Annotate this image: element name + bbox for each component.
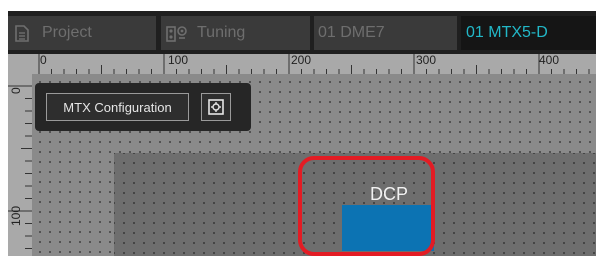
vertical-ruler: 0 100 xyxy=(8,74,32,256)
tuning-icon xyxy=(166,26,187,42)
horizontal-ruler: 0 100 200 300 400 xyxy=(32,54,596,74)
tab-tuning[interactable]: Tuning xyxy=(161,16,310,50)
tab-01-dme7[interactable]: 01 DME7 xyxy=(314,16,457,50)
tab-01-mtx5-d[interactable]: 01 MTX5-D xyxy=(461,16,596,50)
tab-project[interactable]: Project xyxy=(8,16,156,50)
ruler-label-400: 400 xyxy=(539,54,560,67)
ruler-label-300: 300 xyxy=(416,54,437,67)
tab-01-dme7-label: 01 DME7 xyxy=(318,24,385,41)
ruler-label-0: 0 xyxy=(40,54,47,67)
highlight-frame xyxy=(298,156,435,256)
tab-project-label: Project xyxy=(42,24,92,41)
design-canvas[interactable]: MTX Configuration DCP xyxy=(32,74,596,256)
tab-tuning-label: Tuning xyxy=(197,24,246,41)
device-settings-icon xyxy=(208,99,224,115)
canvas-toolbar: MTX Configuration xyxy=(35,83,251,131)
ruler-label-v-100: 100 xyxy=(9,205,23,226)
document-icon xyxy=(15,25,29,42)
editor-window: Project Tuning 01 DME7 01 MTX5-D 0 100 2… xyxy=(8,11,596,256)
device-settings-button[interactable] xyxy=(201,93,231,121)
tab-01-mtx5-d-label: 01 MTX5-D xyxy=(466,24,548,41)
mtx-configuration-button[interactable]: MTX Configuration xyxy=(46,93,189,121)
ruler-label-v-0: 0 xyxy=(9,87,23,94)
ruler-label-200: 200 xyxy=(291,54,312,67)
ruler-label-100: 100 xyxy=(168,54,189,67)
ruler-corner xyxy=(8,54,32,74)
